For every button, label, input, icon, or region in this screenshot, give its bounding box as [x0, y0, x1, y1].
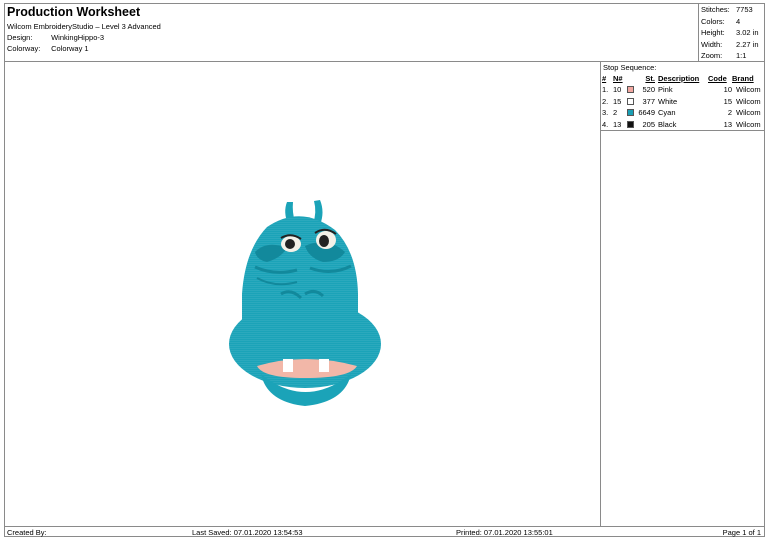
page-title: Production Worksheet [7, 5, 141, 19]
cell-brand: Wilcom [736, 119, 761, 129]
cell-stitches: 520 [642, 85, 655, 95]
cell-brand: Wilcom [736, 96, 761, 106]
cell-code: 13 [723, 119, 732, 129]
stat-value: 1:1 [736, 51, 747, 60]
cell-description: Black [658, 119, 677, 129]
colorway-label: Colorway: [7, 44, 41, 53]
cell-code: 10 [723, 85, 732, 95]
table-row: 1. 10 520 Pink 10 Wilcom [602, 84, 763, 96]
table-header-row: # N# St. Description Code Brand [602, 73, 763, 84]
last-saved: Last Saved: 07.01.2020 13:54:53 [192, 528, 303, 537]
column-header: Description [658, 74, 700, 83]
cell-description: Cyan [658, 108, 676, 118]
cell-stitches: 377 [642, 96, 655, 106]
column-header: Brand [732, 74, 754, 83]
stop-sequence-panel: Stop Sequence: # N# St. Description Code… [600, 62, 764, 526]
stat-label: Colors: [701, 16, 725, 26]
stat-zoom: Zoom: 1:1 [701, 51, 746, 60]
cell-index: 4. [602, 119, 609, 129]
software-name: Wilcom EmbroideryStudio – Level 3 Advanc… [7, 22, 161, 31]
cell-code: 15 [723, 96, 732, 106]
stat-value: 7753 [736, 5, 753, 14]
color-swatch [627, 97, 634, 105]
cell-needle: 13 [613, 119, 622, 129]
color-swatch [627, 109, 634, 117]
stat-label: Stitches: [701, 5, 730, 14]
stat-height: Height: 3.02 in [701, 28, 759, 37]
cell-index: 2. [602, 96, 609, 106]
design-preview [5, 62, 600, 526]
stop-sequence-title: Stop Sequence: [603, 63, 657, 72]
column-header: # [602, 74, 607, 83]
design-value: WinkingHippo-3 [51, 33, 105, 42]
colorway-row: Colorway: Colorway 1 [7, 44, 89, 53]
cell-stitches: 6649 [638, 108, 655, 118]
worksheet-sheet: Production Worksheet Wilcom EmbroiderySt… [4, 3, 765, 537]
cell-index: 1. [602, 85, 609, 95]
design-label: Design: [7, 33, 33, 42]
colorway-value: Colorway 1 [51, 44, 89, 53]
hippo-embroidery-image [229, 200, 381, 406]
hippo-tooth [319, 359, 329, 372]
stat-width: Width: 2.27 in [701, 40, 759, 49]
table-row: 2. 15 377 White 15 Wilcom [602, 96, 763, 108]
stat-colors: Colors: 4 [701, 17, 740, 26]
stat-stitches: Stitches: 7753 [701, 5, 753, 14]
cell-needle: 15 [613, 96, 622, 106]
cell-needle: 10 [613, 85, 622, 95]
stat-label: Zoom: [701, 51, 723, 60]
cell-code: 2 [727, 108, 732, 118]
stat-label: Height: [701, 28, 725, 37]
stat-value: 4 [736, 16, 741, 26]
stop-sequence-divider [601, 130, 764, 131]
stat-label: Width: [701, 39, 723, 49]
cell-description: Pink [658, 85, 673, 95]
column-header: St. [645, 74, 655, 83]
color-swatch [627, 120, 634, 128]
cell-index: 3. [602, 108, 609, 118]
column-header: N# [613, 74, 623, 83]
design-stats: Stitches: 7753 Colors: 4 Height: 3.02 in Wi… [698, 4, 764, 62]
stat-value: 2.27 in [736, 39, 759, 49]
cell-brand: Wilcom [736, 108, 761, 118]
printed-date: Printed: 07.01.2020 13:55:01 [456, 528, 553, 537]
stop-sequence-table: # N# St. Description Code Brand 1. 10 52… [602, 73, 763, 130]
cell-brand: Wilcom [736, 85, 761, 95]
worksheet-header: Production Worksheet Wilcom EmbroiderySt… [5, 4, 764, 62]
table-row: 3. 2 6649 Cyan 2 Wilcom [602, 107, 763, 119]
cell-stitches: 205 [642, 119, 655, 129]
table-row: 4. 13 205 Black 13 Wilcom [602, 119, 763, 131]
design-row: Design: WinkingHippo-3 [7, 33, 104, 42]
cell-description: White [658, 96, 678, 106]
created-by: Created By: [7, 528, 47, 537]
color-swatch [627, 86, 634, 94]
column-header: Code [708, 74, 727, 83]
hippo-tooth [283, 359, 293, 372]
worksheet-footer: Created By: Last Saved: 07.01.2020 13:54… [5, 526, 764, 537]
cell-needle: 2 [613, 108, 618, 118]
stat-value: 3.02 in [736, 28, 759, 37]
page-number: Page 1 of 1 [722, 528, 761, 537]
